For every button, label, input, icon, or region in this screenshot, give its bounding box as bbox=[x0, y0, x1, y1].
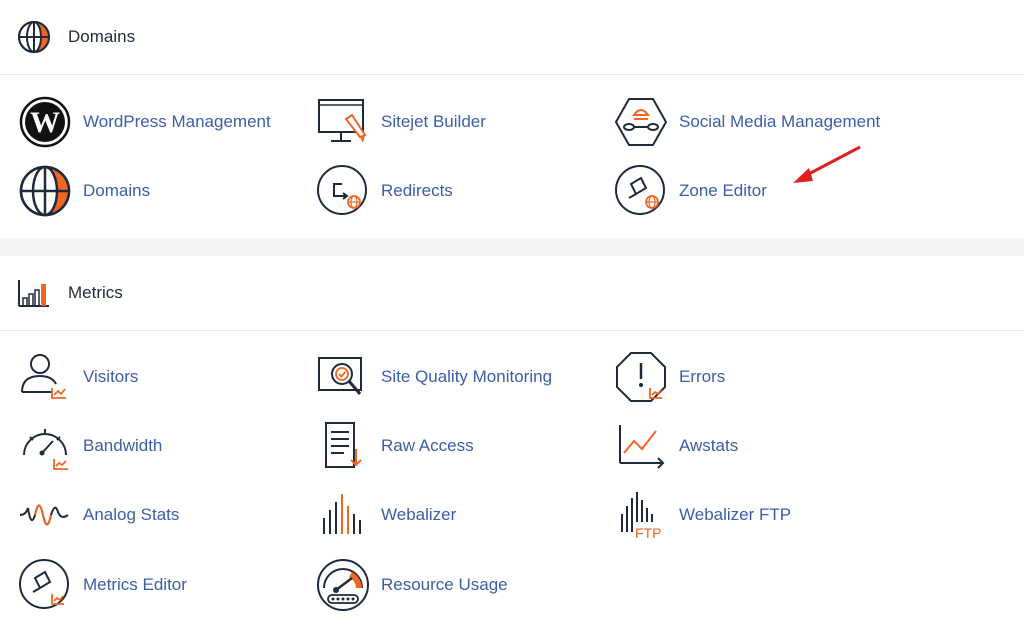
resource-usage-link[interactable]: Resource Usage bbox=[316, 558, 508, 612]
social-media-icon bbox=[614, 95, 668, 149]
sitejet-builder-link[interactable]: Sitejet Builder bbox=[316, 95, 486, 149]
webalizer-link[interactable]: Webalizer bbox=[316, 488, 456, 542]
site-quality-icon bbox=[316, 350, 370, 404]
globe-icon bbox=[16, 19, 52, 55]
visitors-label: Visitors bbox=[83, 367, 139, 386]
visitors-link[interactable]: Visitors bbox=[18, 350, 138, 404]
resource-usage-icon bbox=[316, 558, 370, 612]
raw-access-label: Raw Access bbox=[381, 436, 474, 455]
webalizer-icon bbox=[316, 488, 370, 542]
annotation-arrow-icon bbox=[793, 145, 861, 183]
sitejet-builder-label: Sitejet Builder bbox=[381, 112, 486, 131]
social-media-management-label: Social Media Management bbox=[679, 112, 881, 131]
sitejet-monitor-icon bbox=[316, 95, 370, 149]
errors-label: Errors bbox=[679, 367, 726, 386]
redirect-icon bbox=[316, 164, 370, 218]
analog-stats-label: Analog Stats bbox=[83, 505, 180, 524]
site-quality-monitoring-link[interactable]: Site Quality Monitoring bbox=[316, 350, 552, 404]
raw-access-link[interactable]: Raw Access bbox=[316, 419, 474, 473]
redirects-label: Redirects bbox=[381, 181, 453, 200]
zone-editor-icon bbox=[614, 164, 668, 218]
domains-label: Domains bbox=[83, 181, 151, 200]
wordpress-icon: W bbox=[18, 95, 72, 149]
metrics-panel-header[interactable]: Metrics bbox=[0, 256, 1024, 331]
bar-chart-icon bbox=[16, 275, 52, 311]
domains-link[interactable]: Domains bbox=[18, 164, 150, 218]
domains-panel-header[interactable]: Domains bbox=[0, 0, 1024, 75]
metrics-editor-link[interactable]: Metrics Editor bbox=[18, 558, 187, 612]
awstats-link[interactable]: Awstats bbox=[614, 419, 738, 473]
site-quality-monitoring-label: Site Quality Monitoring bbox=[381, 367, 553, 386]
globe-icon bbox=[18, 164, 72, 218]
errors-icon bbox=[614, 350, 668, 404]
raw-access-icon bbox=[316, 419, 370, 473]
webalizer-label: Webalizer bbox=[381, 505, 457, 524]
bandwidth-gauge-icon bbox=[18, 419, 72, 473]
domains-section-title: Domains bbox=[68, 27, 136, 46]
analog-stats-link[interactable]: Analog Stats bbox=[18, 488, 179, 542]
bandwidth-label: Bandwidth bbox=[83, 436, 163, 455]
ftp-text: FTP bbox=[635, 525, 661, 541]
visitors-icon bbox=[18, 350, 72, 404]
analog-stats-icon bbox=[18, 488, 72, 542]
bandwidth-link[interactable]: Bandwidth bbox=[18, 419, 162, 473]
metrics-editor-icon bbox=[18, 558, 72, 612]
resource-usage-label: Resource Usage bbox=[381, 575, 508, 594]
metrics-editor-label: Metrics Editor bbox=[83, 575, 187, 594]
webalizer-ftp-icon: FTP bbox=[614, 488, 668, 542]
svg-text:W: W bbox=[30, 106, 60, 139]
webalizer-ftp-label: Webalizer FTP bbox=[679, 505, 792, 524]
metrics-section-title: Metrics bbox=[68, 283, 123, 302]
zone-editor-label: Zone Editor bbox=[679, 181, 767, 200]
awstats-icon bbox=[614, 419, 668, 473]
wordpress-management-link[interactable]: W WordPress Management bbox=[18, 95, 271, 149]
wordpress-management-label: WordPress Management bbox=[83, 112, 271, 131]
zone-editor-link[interactable]: Zone Editor bbox=[614, 164, 767, 218]
errors-link[interactable]: Errors bbox=[614, 350, 725, 404]
webalizer-ftp-link[interactable]: FTP Webalizer FTP bbox=[614, 488, 791, 542]
redirects-link[interactable]: Redirects bbox=[316, 164, 453, 218]
section-divider bbox=[0, 238, 1024, 256]
awstats-label: Awstats bbox=[679, 436, 739, 455]
